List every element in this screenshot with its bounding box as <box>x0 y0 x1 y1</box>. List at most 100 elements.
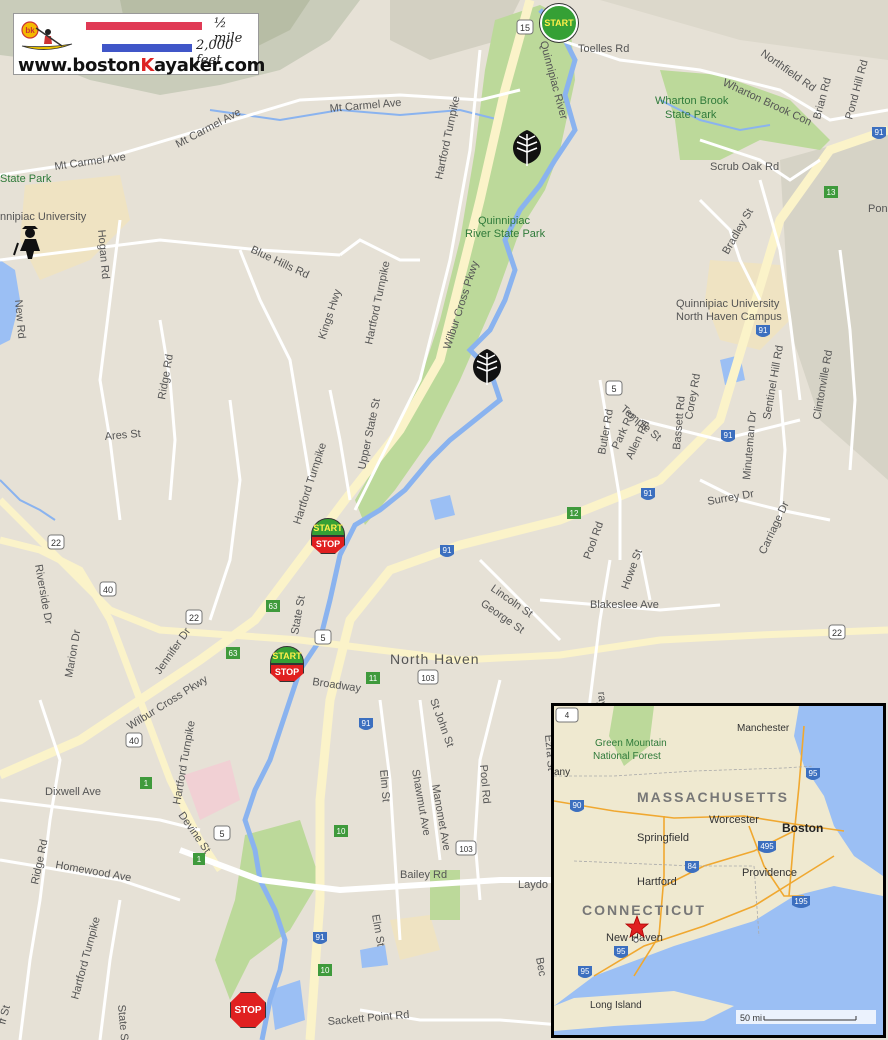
shield-91-west: 91 <box>440 545 454 557</box>
inset-label-hartford: Hartford <box>637 876 677 888</box>
shield-1-south: 1 <box>193 853 205 865</box>
label-state-park-fragment: State Park <box>0 173 52 185</box>
inset-label-worcester: Worcester <box>709 814 759 826</box>
inset-shield-4: 4 <box>555 707 579 723</box>
label-north-haven: North Haven <box>390 651 480 667</box>
shield-12: 12 <box>567 507 581 519</box>
label-wharton-brook-park-1: Wharton Brook <box>655 95 729 107</box>
inset-shield-95-ny: 95 <box>578 966 592 978</box>
svg-text:95: 95 <box>581 967 590 976</box>
svg-text:103: 103 <box>421 674 435 683</box>
svg-text:40: 40 <box>129 736 139 746</box>
svg-text:91: 91 <box>875 128 884 137</box>
inset-label-long-island: Long Island <box>590 1000 642 1011</box>
inset-label-mountain-1: Green Mountain <box>595 738 667 749</box>
legend-box: bk ½ mile 2,000 feet www.bostonKayaker.c… <box>13 13 265 76</box>
shield-5-mid: 5 <box>314 629 332 645</box>
start-marker-top[interactable]: START <box>540 4 578 42</box>
start-half: START <box>270 646 304 664</box>
svg-text:12: 12 <box>570 509 579 518</box>
label-qu-nh-1: Quinnipiac University <box>676 298 780 310</box>
svg-text:90: 90 <box>573 801 582 810</box>
svg-text:5: 5 <box>219 829 224 839</box>
svg-text:10: 10 <box>337 827 346 836</box>
inset-label-springfield: Springfield <box>637 832 689 844</box>
svg-text:91: 91 <box>362 719 371 728</box>
shield-103-south: 103 <box>455 840 477 856</box>
stop-marker-label: STOP <box>234 1004 262 1016</box>
map-canvas[interactable]: Toelles Rd Quinnipiac River Northfield R… <box>0 0 888 1040</box>
svg-text:63: 63 <box>229 649 238 658</box>
stop-marker-bottom[interactable]: STOP <box>230 992 266 1028</box>
inset-label-providence: Providence <box>742 867 797 879</box>
svg-text:4: 4 <box>565 711 570 720</box>
inset-scale-bar: 50 mi <box>736 1010 876 1024</box>
shield-22-mid: 22 <box>185 609 203 625</box>
inset-label-manchester: Manchester <box>737 723 790 734</box>
boston-kayaker-logo: bk <box>21 21 73 50</box>
shield-40-north: 40 <box>99 581 117 597</box>
shield-91-mid: 91 <box>721 430 735 442</box>
shield-11: 11 <box>366 672 380 684</box>
svg-text:22: 22 <box>832 628 842 638</box>
url-suffix: ayaker.com <box>153 55 266 76</box>
scale-bar-mile <box>86 22 202 30</box>
label-bailey-rd: Bailey Rd <box>400 869 447 881</box>
scale-bar-feet <box>102 44 192 52</box>
inset-label-connecticut: CONNECTICUT <box>582 902 706 918</box>
label-wharton-brook-park-2: State Park <box>665 109 717 121</box>
new-haven-dot <box>633 937 639 943</box>
svg-text:91: 91 <box>644 489 653 498</box>
svg-text:91: 91 <box>724 431 733 440</box>
svg-text:1: 1 <box>144 779 149 788</box>
label-scrub-oak-rd: Scrub Oak Rd <box>710 161 779 173</box>
svg-text:103: 103 <box>459 845 473 854</box>
shield-10-south: 10 <box>318 964 332 976</box>
svg-text:84: 84 <box>688 862 697 871</box>
label-toelles-rd: Toelles Rd <box>578 43 629 55</box>
svg-text:195: 195 <box>794 897 808 906</box>
start-marker-label: START <box>544 17 574 28</box>
shield-1-north: 1 <box>140 777 152 789</box>
shield-91-bottom: 91 <box>313 932 327 944</box>
url-k: K <box>140 55 154 76</box>
start-stop-marker-1[interactable]: START STOP <box>311 518 345 554</box>
website-url[interactable]: www.bostonKayaker.com <box>18 55 265 76</box>
stop-half: STOP <box>270 664 304 682</box>
inset-shield-90: 90 <box>570 800 584 812</box>
svg-text:1: 1 <box>197 855 202 864</box>
svg-text:5: 5 <box>320 633 325 643</box>
shield-103-north: 103 <box>417 669 439 685</box>
svg-text:40: 40 <box>103 585 113 595</box>
shield-63-mid: 63 <box>226 647 240 659</box>
shield-63-north: 63 <box>266 600 280 612</box>
label-blakeslee-ave: Blakeslee Ave <box>590 599 659 611</box>
inset-shield-95-north: 95 <box>806 768 820 780</box>
inset-shield-95-ct: 95 <box>614 946 628 958</box>
shield-91-ne: 91 <box>872 127 886 139</box>
shield-22-west: 22 <box>47 534 65 550</box>
stop-half: STOP <box>311 536 345 554</box>
inset-label-albany-fragment: any <box>554 767 570 778</box>
label-dixwell-ave: Dixwell Ave <box>45 786 101 798</box>
start-half: START <box>311 518 345 536</box>
svg-text:5: 5 <box>611 384 616 394</box>
svg-text:95: 95 <box>617 947 626 956</box>
inset-shield-84: 84 <box>685 861 699 873</box>
svg-text:91: 91 <box>443 546 452 555</box>
shield-5-south: 5 <box>213 825 231 841</box>
inset-label-massachusetts: MASSACHUSETTS <box>637 789 789 805</box>
svg-text:91: 91 <box>759 326 768 335</box>
svg-text:10: 10 <box>321 966 330 975</box>
shield-91-center: 91 <box>641 488 655 500</box>
shield-22-east: 22 <box>828 624 846 640</box>
inset-shield-495: 495 <box>758 841 776 853</box>
label-qrsp-1: Quinnipiac <box>478 215 530 227</box>
inset-locator-map[interactable]: Green Mountain National Forest Mancheste… <box>551 703 886 1038</box>
svg-text:95: 95 <box>809 769 818 778</box>
start-stop-marker-2[interactable]: START STOP <box>270 646 304 682</box>
inset-label-mountain-2: National Forest <box>593 751 661 762</box>
label-qrsp-2: River State Park <box>465 228 546 240</box>
label-ponc: Ponc <box>868 203 888 215</box>
svg-text:bk: bk <box>25 26 35 35</box>
